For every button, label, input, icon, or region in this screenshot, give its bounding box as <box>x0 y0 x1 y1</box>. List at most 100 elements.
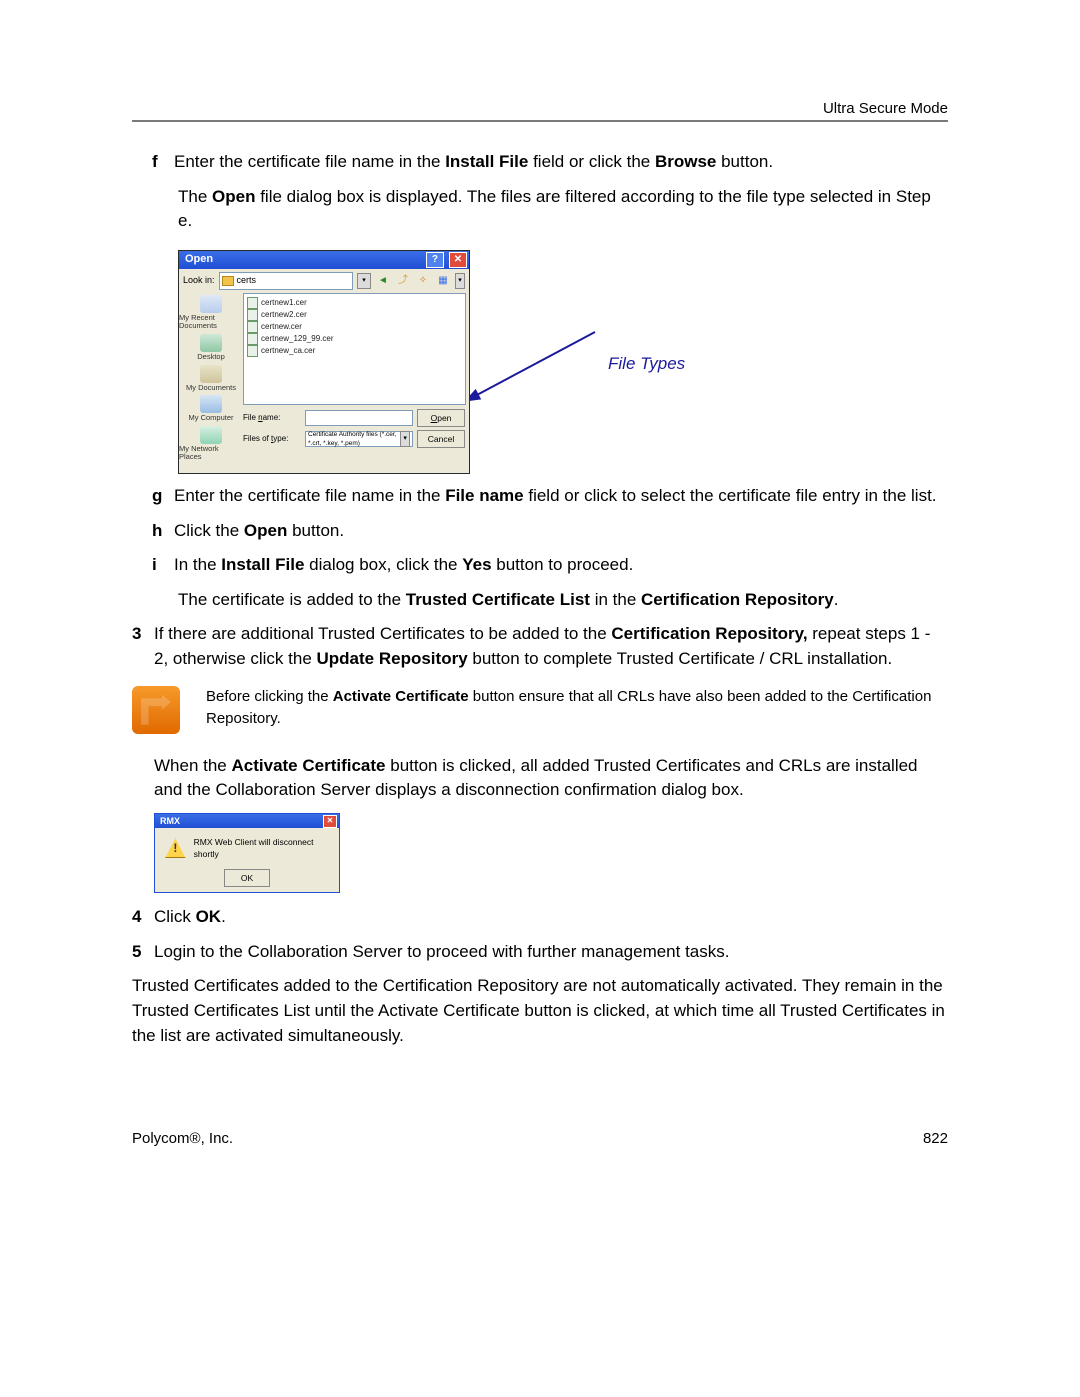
places-bar: My Recent Documents Desktop My Documents… <box>179 293 243 455</box>
step-i-line2: The certificate is added to the Trusted … <box>178 588 948 613</box>
lookin-combo[interactable]: certs <box>219 272 353 290</box>
back-icon[interactable]: ◄ <box>375 273 391 289</box>
list-item[interactable]: certnew_129_99.cer <box>247 333 462 345</box>
open-file-dialog: Open ? ✕ Look in: certs ▾ ◄ ⤴ ✧ <box>178 250 470 474</box>
page-header-section: Ultra Secure Mode <box>823 98 948 120</box>
text: Certification Repository, <box>611 624 807 643</box>
dialog-titlebar: Open ? ✕ <box>179 251 469 269</box>
text: Before clicking the <box>206 688 333 705</box>
views-icon[interactable]: ▦ <box>435 273 451 289</box>
place-recent[interactable]: My Recent Documents <box>179 295 243 330</box>
dialog-toolbar: Look in: certs ▾ ◄ ⤴ ✧ ▦ ▾ <box>179 269 469 293</box>
filename-input[interactable] <box>305 410 413 426</box>
text: In the <box>174 555 221 574</box>
warning-icon: ! <box>165 838 186 858</box>
lookin-value: certs <box>237 274 257 287</box>
ok-button[interactable]: OK <box>224 869 270 887</box>
step-f: f Enter the certificate file name in the… <box>152 150 948 175</box>
text: Install File <box>221 555 304 574</box>
step-f-line2: The Open file dialog box is displayed. T… <box>178 185 948 234</box>
filetype-label: Files of type: <box>243 433 301 445</box>
text: Yes <box>462 555 491 574</box>
text: Activate Certificate <box>333 688 469 705</box>
step-marker: f <box>152 150 174 175</box>
text: Open <box>212 187 255 206</box>
list-item[interactable]: certnew_ca.cer <box>247 345 462 357</box>
close-icon[interactable]: ✕ <box>449 252 467 268</box>
text: button to proceed. <box>492 555 634 574</box>
after-note-text: When the Activate Certificate button is … <box>154 754 948 803</box>
filetype-value: Certificate Authority files (*.cer, *.cr… <box>308 430 398 449</box>
place-label: Desktop <box>197 353 225 361</box>
cert-file-icon <box>247 345 258 357</box>
desktop-icon <box>200 334 222 352</box>
text: button to complete Trusted Certificate /… <box>468 649 893 668</box>
cert-file-icon <box>247 297 258 309</box>
close-icon[interactable]: ✕ <box>323 815 337 828</box>
text: field or click the <box>528 152 655 171</box>
text: Install File <box>445 152 528 171</box>
step-marker: 5 <box>132 940 154 965</box>
new-folder-icon[interactable]: ✧ <box>415 273 431 289</box>
file-name: certnew2.cer <box>261 310 307 320</box>
cert-file-icon <box>247 321 258 333</box>
place-label: My Documents <box>186 384 236 392</box>
text: Activate Certificate <box>232 756 386 775</box>
text: . <box>221 907 226 926</box>
file-name: certnew_129_99.cer <box>261 334 334 344</box>
open-button[interactable]: Open <box>417 409 465 427</box>
place-desktop[interactable]: Desktop <box>197 334 225 361</box>
text: File name <box>445 486 523 505</box>
footer-page-number: 822 <box>923 1128 948 1150</box>
step-marker: g <box>152 484 174 509</box>
cancel-button[interactable]: Cancel <box>417 430 465 448</box>
text: If there are additional Trusted Certific… <box>154 624 611 643</box>
dialog-title: Open <box>185 252 213 268</box>
up-folder-icon[interactable]: ⤴ <box>395 273 411 289</box>
place-label: My Computer <box>188 414 233 422</box>
text: button. <box>716 152 773 171</box>
text: Certification Repository <box>641 590 834 609</box>
text: Open <box>244 521 287 540</box>
text: When the <box>154 756 232 775</box>
text: . <box>834 590 839 609</box>
combo-arrow-icon[interactable]: ▾ <box>357 273 371 289</box>
step-i: i In the Install File dialog box, click … <box>152 553 948 578</box>
annotation-arrow <box>470 324 600 404</box>
dialog-title: RMX <box>160 815 180 828</box>
text: Enter the certificate file name in the <box>174 152 445 171</box>
text: Enter the certificate file name in the <box>174 486 445 505</box>
step-marker: 4 <box>132 905 154 930</box>
list-item[interactable]: certnew.cer <box>247 321 462 333</box>
rmx-dialog: RMX ✕ ! RMX Web Client will disconnect s… <box>154 813 340 893</box>
note-icon <box>132 686 180 734</box>
footer-company: Polycom®, Inc. <box>132 1128 233 1150</box>
step-marker: i <box>152 553 174 578</box>
folder-icon <box>222 276 234 286</box>
step-marker: h <box>152 519 174 544</box>
cert-file-icon <box>247 309 258 321</box>
combo-arrow-icon[interactable]: ▾ <box>400 431 410 447</box>
file-list[interactable]: certnew1.cer certnew2.cer certnew.cer ce… <box>243 293 466 405</box>
place-network[interactable]: My Network Places <box>179 426 243 461</box>
text: dialog box, click the <box>304 555 462 574</box>
text: Login to the Collaboration Server to pro… <box>154 940 948 965</box>
cert-file-icon <box>247 333 258 345</box>
text: in the <box>590 590 641 609</box>
computer-icon <box>200 395 222 413</box>
file-name: certnew.cer <box>261 322 302 332</box>
place-computer[interactable]: My Computer <box>188 395 233 422</box>
step-h: h Click the Open button. <box>152 519 948 544</box>
documents-icon <box>200 365 222 383</box>
annotation-file-types: File Types <box>608 352 685 377</box>
help-icon[interactable]: ? <box>426 252 444 268</box>
step-marker: 3 <box>132 622 154 647</box>
text: field or click to select the certificate… <box>524 486 937 505</box>
list-item[interactable]: certnew1.cer <box>247 297 462 309</box>
views-arrow-icon[interactable]: ▾ <box>455 273 465 289</box>
text: Trusted Certificate List <box>406 590 590 609</box>
list-item[interactable]: certnew2.cer <box>247 309 462 321</box>
filetype-combo[interactable]: Certificate Authority files (*.cer, *.cr… <box>305 431 413 447</box>
place-documents[interactable]: My Documents <box>186 365 236 392</box>
file-name: certnew1.cer <box>261 298 307 308</box>
